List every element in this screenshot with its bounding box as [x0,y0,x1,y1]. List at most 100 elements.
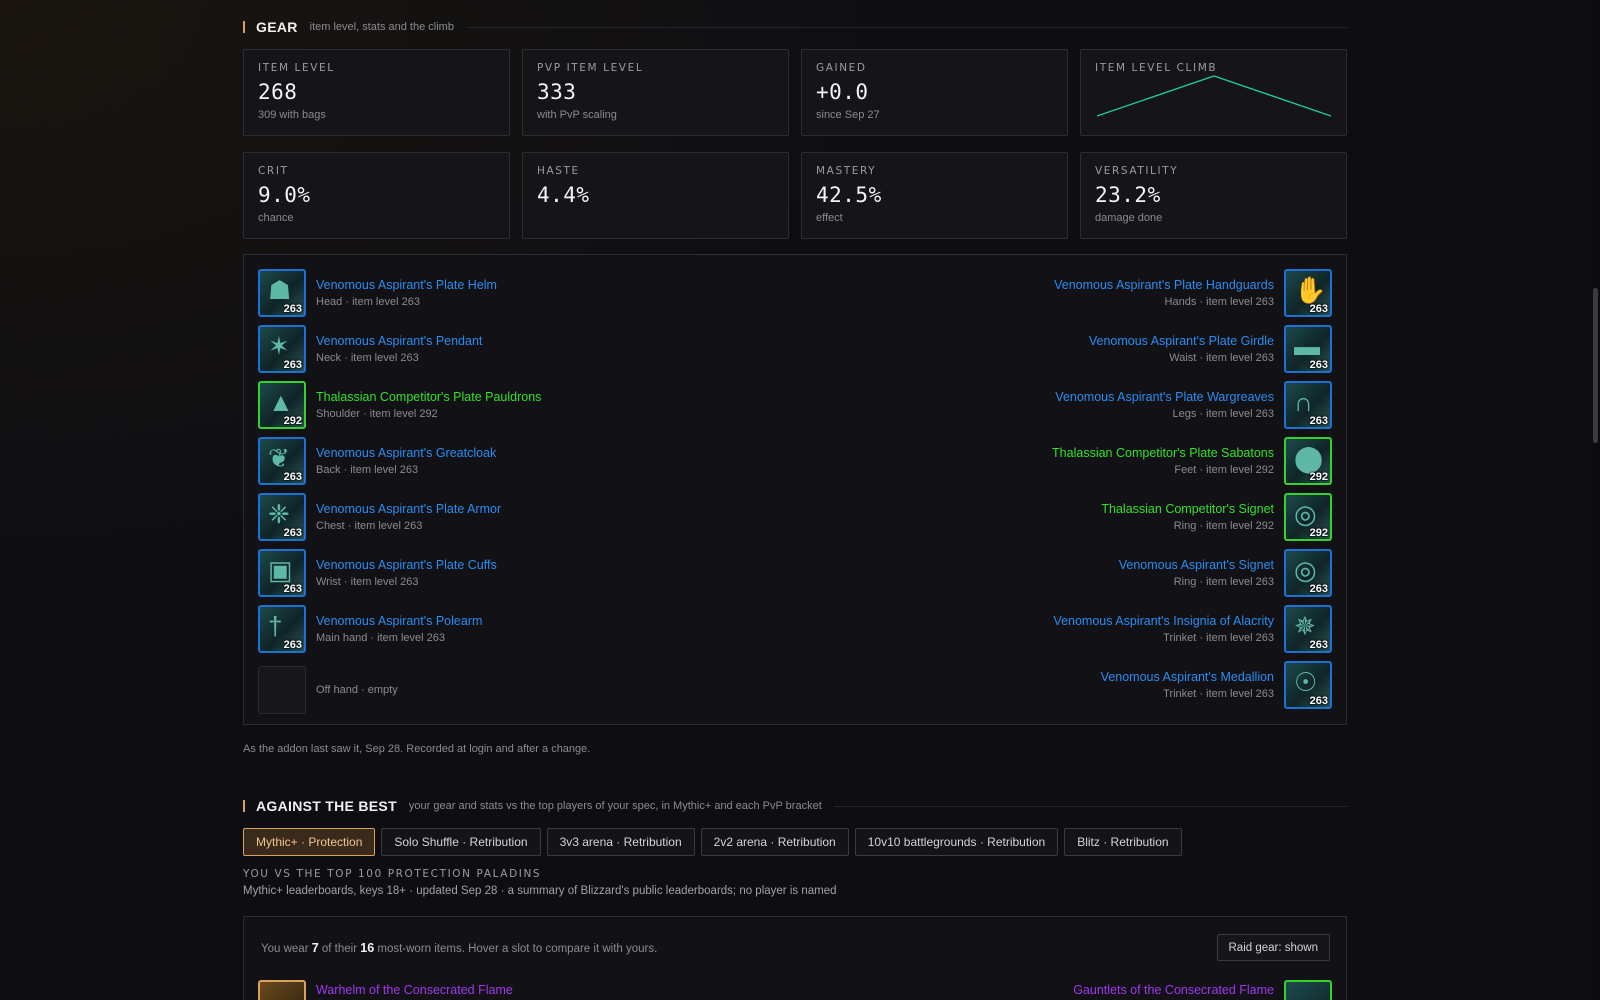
gear-item-name[interactable]: Venomous Aspirant's Insignia of Alacrity [1053,614,1274,628]
gear-item-name[interactable]: Venomous Aspirant's Medallion [1101,670,1274,684]
gear-item-name[interactable]: Venomous Aspirant's Pendant [316,334,482,348]
gear-item-name[interactable]: Venomous Aspirant's Polearm [316,614,482,628]
card-value: 333 [537,80,577,104]
best-slot-hands[interactable]: Gauntlets of the Consecrated Flame [1063,980,1332,1000]
gear-item-name[interactable]: Thalassian Competitor's Plate Pauldrons [316,390,541,404]
gear-item-name[interactable]: Venomous Aspirant's Plate Helm [316,278,497,292]
equipped-gear-panel: Off hand · empty ☗ 263 Venomous Aspirant's… [243,254,1347,725]
gear-ilvl-badge: 263 [283,583,302,595]
gear-item-name[interactable]: Venomous Aspirant's Greatcloak [316,446,496,460]
gear-ilvl-badge: 292 [283,415,302,427]
card-note: chance [258,212,294,224]
gear-slot-right-6[interactable]: ✵ 263 Venomous Aspirant's Insignia of Alac… [1043,605,1332,653]
section-title: AGAINST THE BEST [256,798,397,814]
best-slot-head[interactable]: Warhelm of the Consecrated Flame [258,980,523,1000]
mastery-card: MASTERY 42.5% effect [801,152,1068,239]
gear-item-name[interactable]: Thalassian Competitor's Plate Sabatons [1052,446,1274,460]
card-label: PVP ITEM LEVEL [537,62,644,74]
gear-footnote: As the addon last saw it, Sep 28. Record… [243,743,591,755]
gear-slot-meta: Trinket · item level 263 [1163,632,1274,644]
comparison-description: Mythic+ leaderboards, keys 18+ · updated… [243,885,837,897]
tab-bracket-3[interactable]: 2v2 arena · Retribution [700,828,849,856]
gained-card: GAINED +0.0 since Sep 27 [801,49,1068,136]
gear-slot-right-1[interactable]: ▬ 263 Venomous Aspirant's Plate Girdle Wais… [1079,325,1332,373]
gear-slot-left-4[interactable]: ❈ 263 Venomous Aspirant's Plate Armor Chest… [258,493,511,541]
scrollbar-thumb[interactable] [1593,288,1598,443]
card-value: 42.5% [816,183,882,207]
gear-slot-left-2[interactable]: ▲ 292 Thalassian Competitor's Plate Pauldr… [258,381,551,429]
gear-slot-right-0[interactable]: ✋ 263 Venomous Aspirant's Plate Handguards… [1044,269,1332,317]
gear-item-name[interactable]: Venomous Aspirant's Plate Wargreaves [1055,390,1274,404]
tab-bracket-4[interactable]: 10v10 battlegrounds · Retribution [854,828,1059,856]
empty-slot-icon [258,666,306,714]
gear-slot-offhand[interactable]: Off hand · empty [258,666,408,714]
card-label: GAINED [816,62,867,74]
gear-item-name[interactable]: Venomous Aspirant's Plate Armor [316,502,501,516]
bracket-tabs: Mythic+ · Protection Solo Shuffle · Retri… [243,828,1182,856]
gear-item-name[interactable]: Venomous Aspirant's Plate Girdle [1089,334,1274,348]
gear-ilvl-badge: 263 [1309,695,1328,707]
card-label: HASTE [537,165,580,177]
card-note: since Sep 27 [816,109,880,121]
card-note: effect [816,212,843,224]
gear-ilvl-badge: 263 [283,471,302,483]
card-value: 9.0% [258,183,311,207]
gear-slot-left-6[interactable]: † 263 Venomous Aspirant's Polearm Main hand… [258,605,492,653]
gear-ilvl-badge: 263 [1309,303,1328,315]
best-item-name: Warhelm of the Consecrated Flame [316,983,513,997]
card-value: 268 [258,80,298,104]
gear-item-name[interactable]: Venomous Aspirant's Plate Cuffs [316,558,497,572]
gear-item-name[interactable]: Thalassian Competitor's Signet [1101,502,1274,516]
ring-icon: ◎ 292 [1284,493,1332,541]
gear-slot-meta: Shoulder · item level 292 [316,408,438,420]
most-worn-comparison-panel: You wear 7 of their 16 most-worn items. … [243,916,1347,1000]
summary-suffix: most-worn items. Hover a slot to compare… [377,943,658,955]
item-level-climb-sparkline [1096,75,1332,117]
gear-slot-left-0[interactable]: ☗ 263 Venomous Aspirant's Plate Helm Head ·… [258,269,507,317]
gear-slot-right-5[interactable]: ◎ 263 Venomous Aspirant's Signet Ring · ite… [1109,549,1332,597]
best-section-header: AGAINST THE BEST your gear and stats vs … [243,796,1347,816]
gear-slot-meta: Chest · item level 263 [316,520,423,532]
polearm-icon: † 263 [258,605,306,653]
gear-slot-meta: Ring · item level 263 [1173,576,1274,588]
section-accent-bar [243,21,245,33]
gear-slot-meta: Feet · item level 292 [1174,464,1274,476]
gear-slot-right-7[interactable]: ☉ 263 Venomous Aspirant's Medallion Trinket… [1091,661,1332,709]
pendant-icon: ✶ 263 [258,325,306,373]
gear-item-name[interactable]: Venomous Aspirant's Plate Handguards [1054,278,1274,292]
gear-slot-left-1[interactable]: ✶ 263 Venomous Aspirant's Pendant Neck · it… [258,325,492,373]
gear-ilvl-badge: 263 [1309,359,1328,371]
card-label: VERSATILITY [1095,165,1179,177]
handguards-icon [1284,980,1332,1000]
card-label: ITEM LEVEL [258,62,335,74]
gear-ilvl-badge: 263 [283,303,302,315]
section-subtitle: your gear and stats vs the top players o… [408,800,822,812]
item-level-climb-card: ITEM LEVEL CLIMB [1080,49,1347,136]
raid-gear-toggle-button[interactable]: Raid gear: shown [1216,934,1330,961]
gear-slot-left-3[interactable]: ❦ 263 Venomous Aspirant's Greatcloak Back ·… [258,437,506,485]
gear-slot-left-5[interactable]: ▣ 263 Venomous Aspirant's Plate Cuffs Wrist… [258,549,507,597]
gear-section-header: GEAR item level, stats and the climb [243,17,1347,37]
gear-item-name[interactable]: Venomous Aspirant's Signet [1119,558,1274,572]
comparison-label: YOU VS THE TOP 100 PROTECTION PALADINS [243,868,542,880]
gear-slot-right-2[interactable]: ∩ 263 Venomous Aspirant's Plate Wargreaves… [1045,381,1332,429]
tab-bracket-1[interactable]: Solo Shuffle · Retribution [381,828,541,856]
gear-slot-meta: Off hand · empty [316,684,398,696]
cloak-icon: ❦ 263 [258,437,306,485]
card-label: CRIT [258,165,289,177]
section-title: GEAR [256,19,298,35]
gear-ilvl-badge: 263 [283,527,302,539]
gear-slot-right-3[interactable]: ⬤ 292 Thalassian Competitor's Plate Sabato… [1042,437,1332,485]
gear-slot-meta: Ring · item level 292 [1173,520,1274,532]
tab-bracket-5[interactable]: Blitz · Retribution [1064,828,1182,856]
most-worn-summary: You wear 7 of their 16 most-worn items. … [261,941,657,955]
gear-slot-right-4[interactable]: ◎ 292 Thalassian Competitor's Signet Ring ·… [1091,493,1332,541]
legs-icon: ∩ 263 [1284,381,1332,429]
tab-bracket-2[interactable]: 3v3 arena · Retribution [546,828,695,856]
total-count: 16 [360,941,375,955]
page-scrollbar[interactable] [1591,0,1600,1000]
card-label: MASTERY [816,165,877,177]
card-note: 309 with bags [258,109,326,121]
tab-bracket-0[interactable]: Mythic+ · Protection [243,828,376,856]
gear-ilvl-badge: 263 [1309,415,1328,427]
